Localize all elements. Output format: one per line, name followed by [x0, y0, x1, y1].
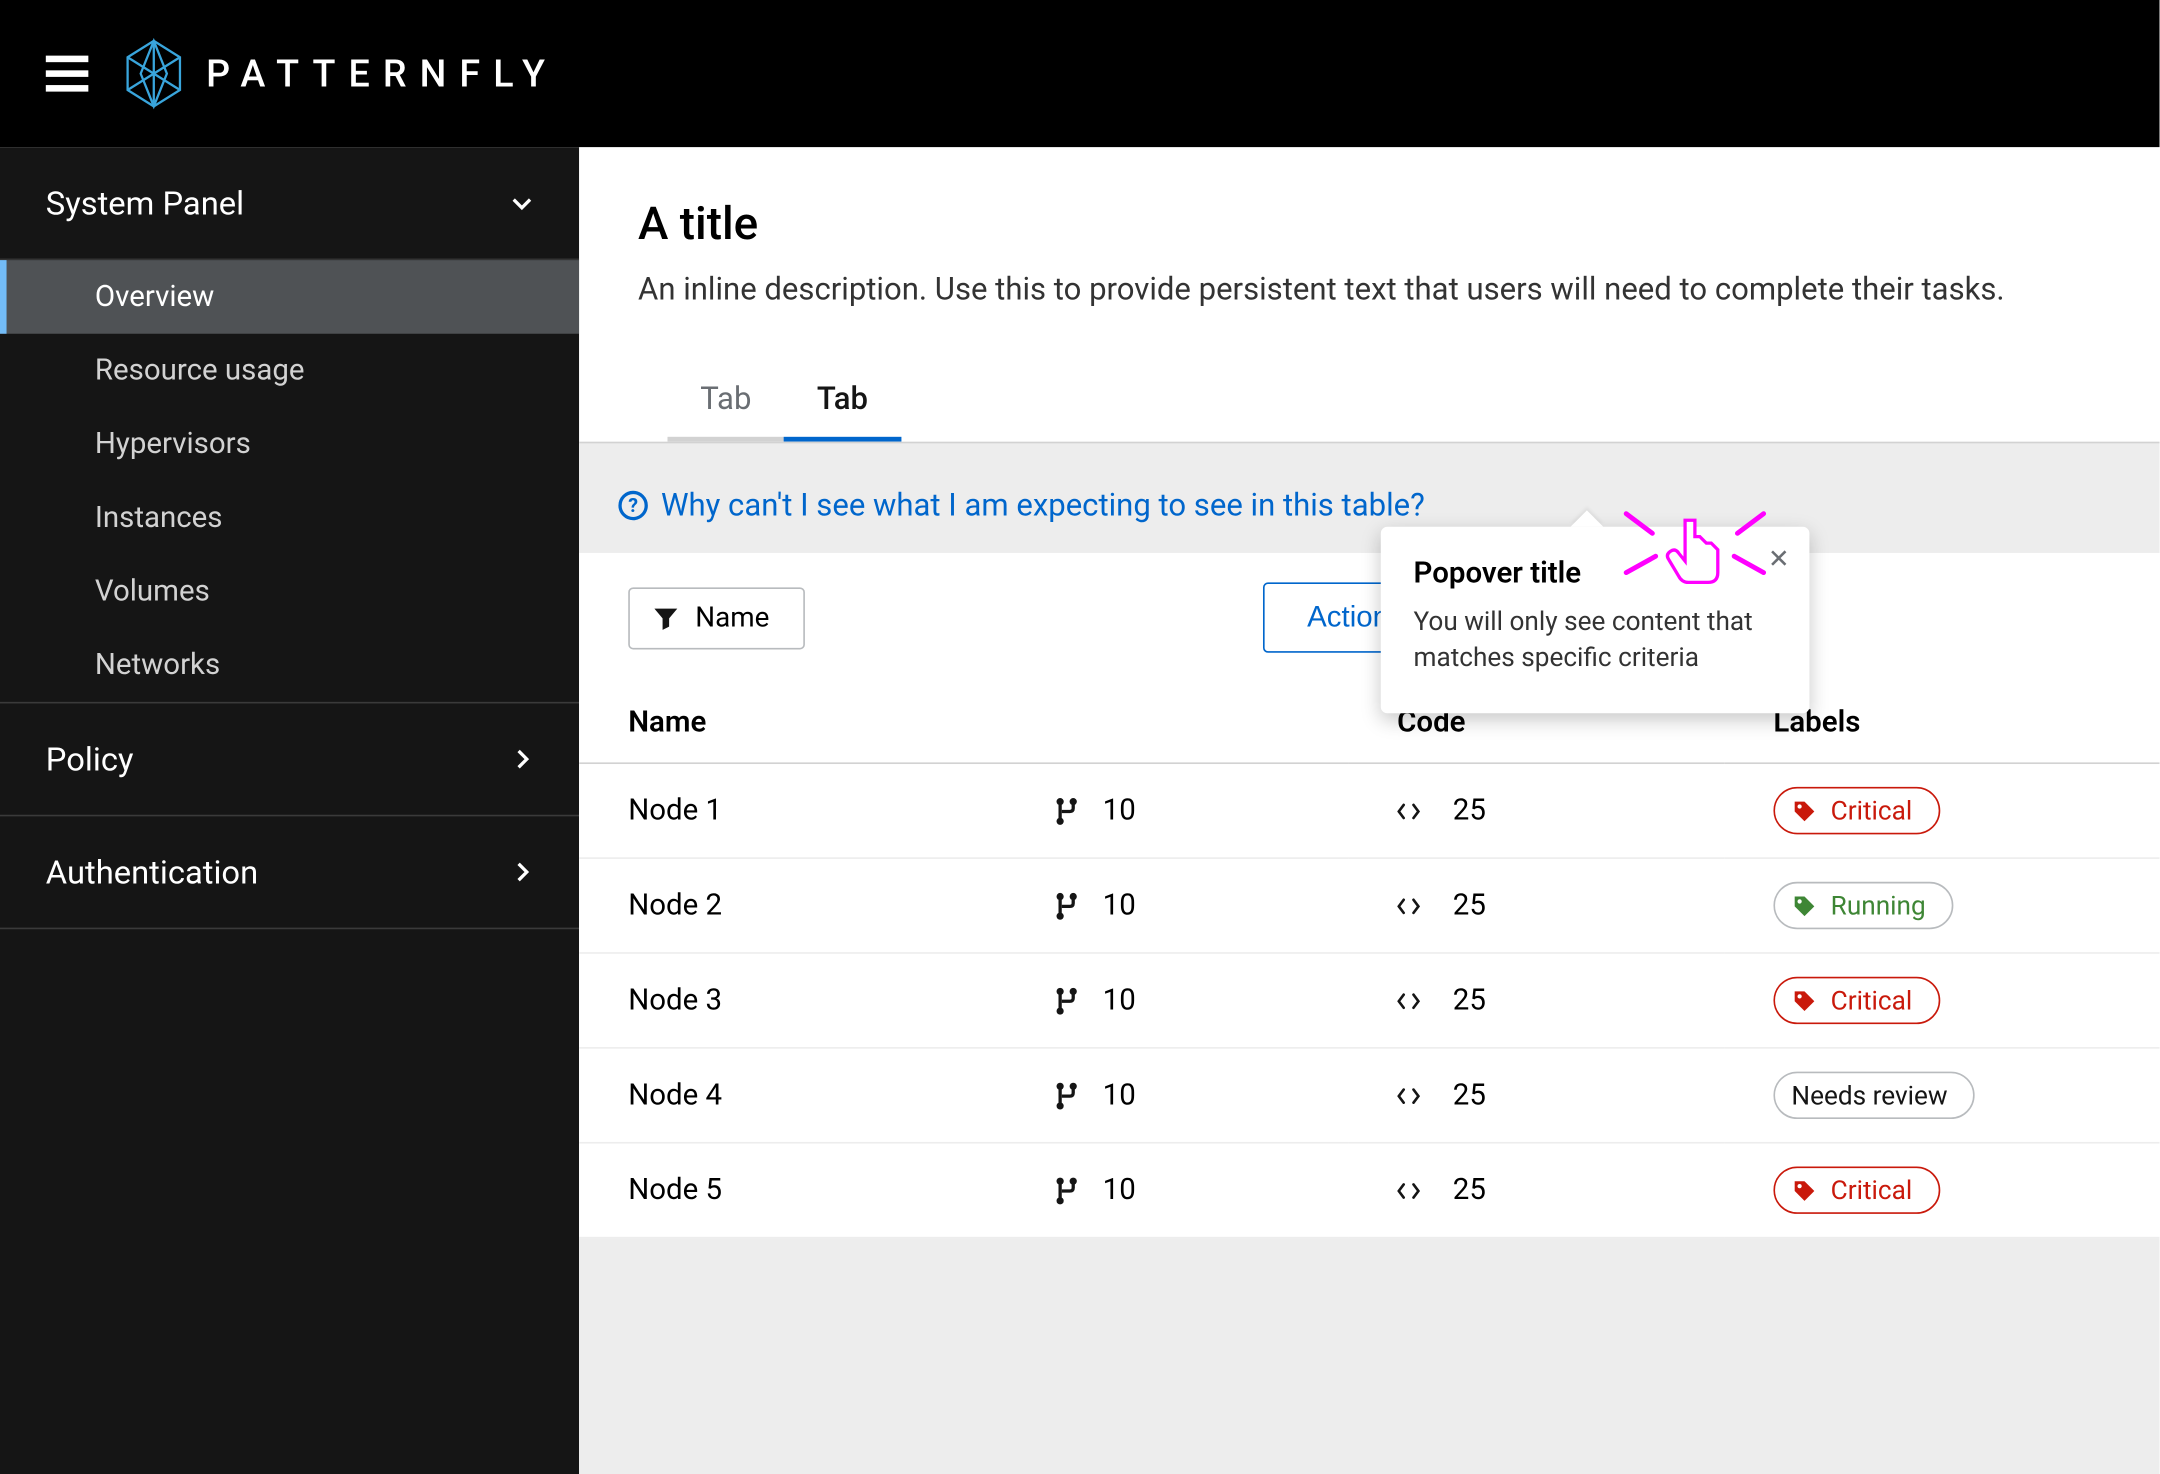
- table-card: ✕ Popover title You will only see conten…: [579, 553, 2159, 1238]
- cell-label: Critical: [1724, 1143, 2159, 1238]
- table-header-row: Name Code Labels: [579, 682, 2159, 763]
- tag-icon: [1791, 798, 1817, 824]
- column-header-name[interactable]: Name: [579, 682, 1004, 763]
- cell-branch: 10: [1005, 953, 1349, 1048]
- action-button-label: Action: [1307, 600, 1389, 633]
- hamburger-menu-button[interactable]: [46, 56, 89, 92]
- tag-icon: [1791, 892, 1817, 918]
- cell-label: Critical: [1724, 953, 2159, 1048]
- cell-branch: 10: [1005, 1143, 1349, 1238]
- cell-branch: 10: [1005, 1048, 1349, 1143]
- cell-name: Node 3: [579, 953, 1004, 1048]
- patternfly-logo-icon: [124, 38, 183, 110]
- branch-icon: [1054, 1175, 1080, 1204]
- sidebar-section-policy[interactable]: Policy: [0, 703, 579, 816]
- cell-code: 25: [1348, 1143, 1724, 1238]
- sidebar-item-instances[interactable]: Instances: [0, 481, 579, 555]
- sidebar-section-system-panel[interactable]: System Panel: [0, 147, 579, 260]
- sidebar-nav: System Panel Overview Resource usage Hyp…: [0, 147, 579, 1474]
- filter-dropdown[interactable]: Name: [628, 587, 805, 649]
- sidebar-section-label: Authentication: [46, 852, 258, 891]
- cell-branch: 10: [1005, 763, 1349, 858]
- cell-name: Node 4: [579, 1048, 1004, 1143]
- page-header: A title An inline description. Use this …: [579, 147, 2159, 441]
- page-title: A title: [638, 196, 2101, 250]
- chevron-right-icon: [510, 748, 533, 771]
- help-icon: ?: [618, 490, 647, 519]
- brand-text: PATTERNFLY: [206, 52, 558, 96]
- masthead: PATTERNFLY: [0, 0, 2160, 147]
- status-label: Running: [1773, 882, 1953, 929]
- filter-label: Name: [695, 601, 769, 634]
- status-label: Critical: [1773, 1166, 1940, 1213]
- data-table: Name Code Labels Node 11025CriticalNode …: [579, 682, 2159, 1238]
- sidebar-item-label: Hypervisors: [95, 427, 251, 461]
- sidebar-item-resource-usage[interactable]: Resource usage: [0, 334, 579, 408]
- sidebar-item-hypervisors[interactable]: Hypervisors: [0, 407, 579, 481]
- tag-icon: [1791, 1177, 1817, 1203]
- table-row[interactable]: Node 11025 Critical: [579, 763, 2159, 858]
- page-description: An inline description. Use this to provi…: [638, 270, 2101, 308]
- cell-code: 25: [1348, 1048, 1724, 1143]
- code-icon: [1397, 991, 1420, 1011]
- brand-logo[interactable]: PATTERNFLY: [124, 38, 558, 110]
- cursor-click-illustration: [1613, 501, 1777, 599]
- hint-link[interactable]: ? Why can't I see what I am expecting to…: [579, 443, 2159, 553]
- chevron-right-icon: [510, 861, 533, 884]
- table-row[interactable]: Node 51025 Critical: [579, 1143, 2159, 1238]
- sidebar-item-volumes[interactable]: Volumes: [0, 555, 579, 629]
- code-icon: [1397, 801, 1420, 821]
- branch-icon: [1054, 986, 1080, 1015]
- table-row[interactable]: Node 41025 Needs review: [579, 1048, 2159, 1143]
- sidebar-section-authentication[interactable]: Authentication: [0, 816, 579, 929]
- tab-label: Tab: [817, 380, 868, 418]
- tag-icon: [1791, 987, 1817, 1013]
- chevron-down-icon: [510, 191, 533, 214]
- sidebar-item-label: Networks: [95, 648, 220, 682]
- tab-inactive[interactable]: Tab: [667, 363, 784, 442]
- sidebar-item-label: Instances: [95, 501, 223, 535]
- table-toolbar: Name Action: [579, 553, 2159, 682]
- cell-name: Node 5: [579, 1143, 1004, 1238]
- tab-panel: ? Why can't I see what I am expecting to…: [579, 442, 2159, 1474]
- branch-icon: [1054, 796, 1080, 825]
- column-header-branch[interactable]: [1005, 682, 1349, 763]
- tab-label: Tab: [700, 380, 751, 418]
- code-icon: [1397, 1085, 1420, 1105]
- cell-label: Running: [1724, 858, 2159, 953]
- sidebar-item-label: Resource usage: [95, 353, 305, 387]
- popover-body: You will only see content that matches s…: [1414, 604, 1777, 677]
- sidebar-item-label: Overview: [95, 280, 214, 314]
- cell-code: 25: [1348, 763, 1724, 858]
- cell-code: 25: [1348, 858, 1724, 953]
- code-icon: [1397, 896, 1420, 916]
- cell-name: Node 1: [579, 763, 1004, 858]
- cell-label: Critical: [1724, 763, 2159, 858]
- cell-name: Node 2: [579, 858, 1004, 953]
- branch-icon: [1054, 1081, 1080, 1110]
- branch-icon: [1054, 891, 1080, 920]
- code-icon: [1397, 1180, 1420, 1200]
- tab-active[interactable]: Tab: [784, 363, 901, 442]
- sidebar-section-label: System Panel: [46, 183, 244, 222]
- cell-label: Needs review: [1724, 1048, 2159, 1143]
- sidebar-item-label: Volumes: [95, 574, 210, 608]
- status-label: Critical: [1773, 977, 1940, 1024]
- tab-list: Tab Tab: [638, 363, 2101, 442]
- status-label: Critical: [1773, 787, 1940, 834]
- sidebar-item-networks[interactable]: Networks: [0, 628, 579, 702]
- cell-branch: 10: [1005, 858, 1349, 953]
- filter-icon: [653, 605, 679, 631]
- table-row[interactable]: Node 21025 Running: [579, 858, 2159, 953]
- hint-link-text: Why can't I see what I am expecting to s…: [661, 486, 1425, 524]
- sidebar-item-overview[interactable]: Overview: [0, 260, 579, 334]
- status-label: Needs review: [1773, 1072, 1975, 1119]
- cell-code: 25: [1348, 953, 1724, 1048]
- sidebar-section-label: Policy: [46, 739, 134, 778]
- table-row[interactable]: Node 31025 Critical: [579, 953, 2159, 1048]
